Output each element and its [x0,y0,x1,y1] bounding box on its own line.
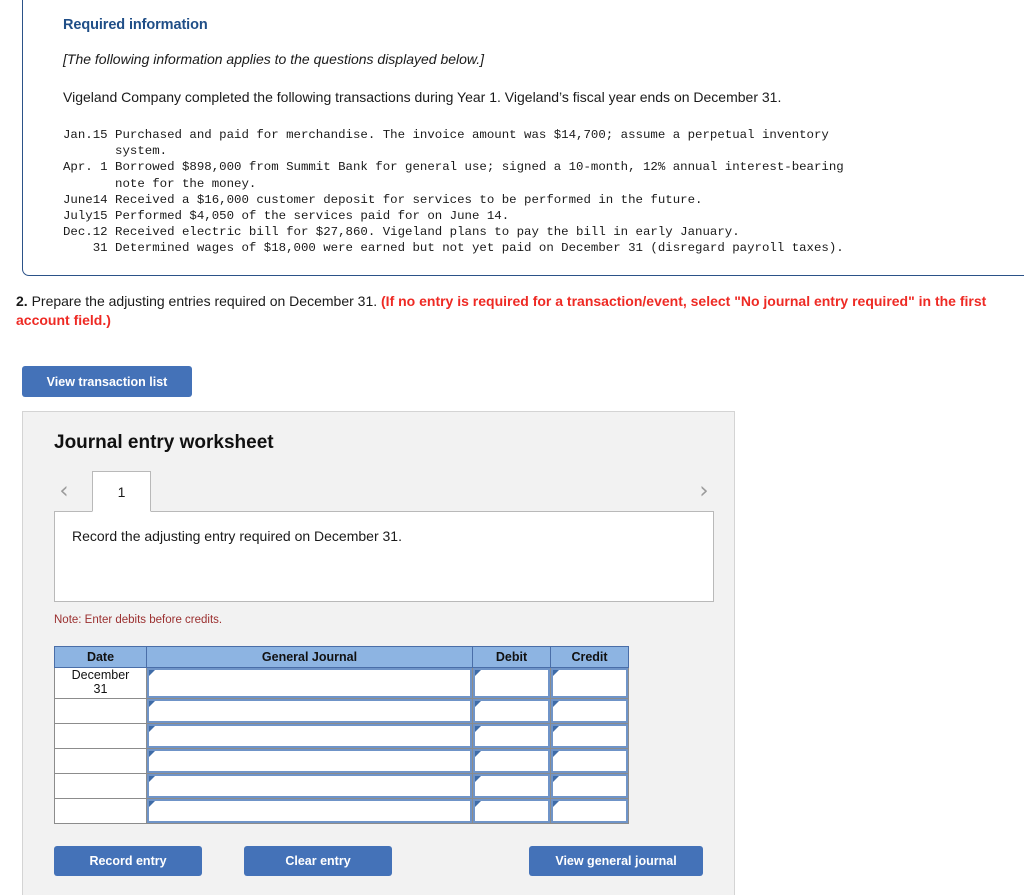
journal-entry-table: Date General Journal Debit Credit Decemb… [54,646,629,824]
cell-debit-4[interactable] [472,748,551,774]
journal-table-header-row: Date General Journal Debit Credit [54,646,629,668]
table-row [54,698,629,724]
debits-before-credits-note: Note: Enter debits before credits. [54,614,223,626]
worksheet-tab-1[interactable]: 1 [92,471,151,512]
cell-date-5 [54,773,147,799]
credit-input-5[interactable] [551,774,628,798]
view-transaction-list-button[interactable]: View transaction list [22,366,192,397]
debit-input-4[interactable] [473,749,550,773]
account-select-5[interactable] [147,774,472,798]
question-text: Prepare the adjusting entries required o… [27,293,382,309]
cell-date-6 [54,798,147,824]
cell-date-3 [54,723,147,749]
cell-debit-2[interactable] [472,698,551,724]
record-entry-button[interactable]: Record entry [54,846,202,876]
question-block: 2. Prepare the adjusting entries require… [16,292,1006,330]
required-information-panel: Required information [The following info… [22,0,1024,276]
table-row [54,748,629,774]
worksheet-tab-strip: ‹ 1 › [54,471,714,512]
cell-date-1: December 31 [54,667,147,699]
credit-input-2[interactable] [551,699,628,723]
cell-debit-3[interactable] [472,723,551,749]
cell-account-2[interactable] [146,698,473,724]
cell-account-4[interactable] [146,748,473,774]
chevron-right-icon[interactable]: › [694,479,714,503]
applies-note: [The following information applies to th… [63,51,485,67]
cell-credit-3[interactable] [550,723,629,749]
worksheet-title: Journal entry worksheet [54,432,274,453]
question-number: 2. [16,293,28,309]
chevron-left-icon[interactable]: ‹ [54,479,74,503]
column-header-date: Date [54,646,147,668]
cell-account-3[interactable] [146,723,473,749]
credit-input-1[interactable] [551,668,628,698]
account-select-1[interactable] [147,668,472,698]
account-select-6[interactable] [147,799,472,823]
cell-debit-1[interactable] [472,667,551,699]
journal-entry-worksheet-card: Journal entry worksheet ‹ 1 › Record the… [22,411,735,895]
worksheet-instruction-box: Record the adjusting entry required on D… [54,511,714,602]
credit-input-3[interactable] [551,724,628,748]
required-information-title: Required information [63,17,208,33]
cell-credit-1[interactable] [550,667,629,699]
debit-input-2[interactable] [473,699,550,723]
debit-input-3[interactable] [473,724,550,748]
debit-input-1[interactable] [473,668,550,698]
cell-debit-6[interactable] [472,798,551,824]
worksheet-instruction-text: Record the adjusting entry required on D… [72,528,402,544]
column-header-general-journal: General Journal [146,646,473,668]
table-row [54,798,629,824]
column-header-credit: Credit [550,646,629,668]
account-select-2[interactable] [147,699,472,723]
cell-account-1[interactable] [146,667,473,699]
table-row [54,723,629,749]
view-general-journal-button[interactable]: View general journal [529,846,703,876]
scenario-intro: Vigeland Company completed the following… [63,89,782,105]
cell-credit-4[interactable] [550,748,629,774]
cell-account-6[interactable] [146,798,473,824]
account-select-4[interactable] [147,749,472,773]
column-header-debit: Debit [472,646,551,668]
cell-credit-6[interactable] [550,798,629,824]
table-row [54,773,629,799]
cell-date-4 [54,748,147,774]
debit-input-6[interactable] [473,799,550,823]
clear-entry-button[interactable]: Clear entry [244,846,392,876]
cell-credit-2[interactable] [550,698,629,724]
table-row: December 31 [54,667,629,699]
cell-account-5[interactable] [146,773,473,799]
cell-date-2 [54,698,147,724]
credit-input-4[interactable] [551,749,628,773]
cell-debit-5[interactable] [472,773,551,799]
credit-input-6[interactable] [551,799,628,823]
cell-credit-5[interactable] [550,773,629,799]
account-select-3[interactable] [147,724,472,748]
debit-input-5[interactable] [473,774,550,798]
transaction-list-text: Jan.15 Purchased and paid for merchandis… [63,128,844,256]
